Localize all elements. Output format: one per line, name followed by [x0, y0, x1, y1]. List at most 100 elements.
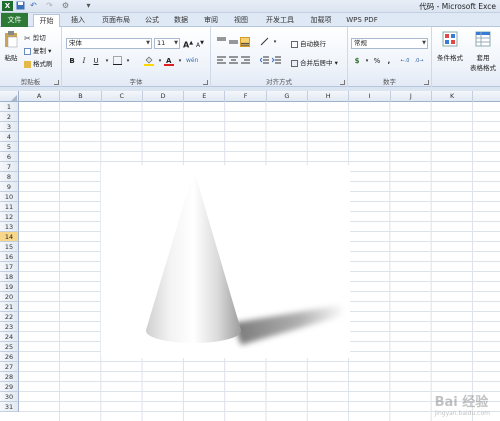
customize-qat-icon[interactable]: ▾ — [83, 1, 94, 11]
tab-home[interactable]: 开始 — [33, 14, 60, 28]
decrease-decimal-button[interactable]: .0→ — [414, 56, 424, 66]
tab-data[interactable]: 数据 — [169, 14, 193, 27]
column-header[interactable]: I — [349, 91, 391, 102]
font-color-button[interactable]: A — [164, 56, 174, 66]
row-header[interactable]: 10 — [0, 192, 19, 202]
column-header[interactable]: H — [308, 91, 350, 102]
align-middle-button[interactable] — [228, 37, 238, 47]
row-header[interactable]: 19 — [0, 282, 19, 292]
align-right-button[interactable] — [240, 56, 250, 66]
quick-access-more-icon[interactable]: ⚙ — [60, 1, 71, 11]
increase-decimal-button[interactable]: ←.0 — [400, 56, 410, 66]
bold-button[interactable]: B — [67, 56, 77, 66]
currency-button[interactable]: $ — [352, 56, 362, 66]
orientation-dropdown-icon[interactable]: ▾ — [270, 37, 280, 47]
row-header[interactable]: 18 — [0, 272, 19, 282]
orientation-button[interactable] — [259, 37, 269, 47]
row-header[interactable]: 26 — [0, 352, 19, 362]
tab-formulas[interactable]: 公式 — [140, 14, 164, 27]
currency-dropdown-icon[interactable]: ▾ — [362, 56, 372, 66]
fill-color-button[interactable] — [144, 56, 154, 66]
merge-center-button[interactable]: 合并后居中 ▾ — [291, 57, 338, 67]
cone-picture[interactable] — [101, 165, 350, 358]
row-header[interactable]: 29 — [0, 382, 19, 392]
copy-button[interactable]: 复制 ▾ — [24, 45, 51, 55]
tab-page-layout[interactable]: 页面布局 — [96, 14, 136, 27]
font-color-dropdown-icon[interactable]: ▾ — [175, 56, 185, 66]
tab-review[interactable]: 审阅 — [199, 14, 223, 27]
row-header[interactable]: 11 — [0, 202, 19, 212]
font-size-select[interactable]: 11 ▼ — [154, 38, 180, 49]
paste-button[interactable]: 粘贴 — [2, 30, 20, 64]
clipboard-launcher-icon[interactable] — [54, 80, 59, 85]
row-header[interactable]: 13 — [0, 222, 19, 232]
row-header[interactable]: 30 — [0, 392, 19, 402]
font-name-select[interactable]: 宋体 ▼ — [66, 38, 152, 49]
row-header[interactable]: 9 — [0, 182, 19, 192]
column-header[interactable]: K — [432, 91, 474, 102]
row-header[interactable]: 20 — [0, 292, 19, 302]
row-header[interactable]: 3 — [0, 122, 19, 132]
comma-button[interactable]: , — [384, 56, 394, 66]
column-header[interactable]: B — [60, 91, 102, 102]
wrap-text-button[interactable]: 自动换行 — [291, 38, 326, 48]
grow-font-button[interactable]: A▲ — [183, 38, 193, 50]
borders-button[interactable] — [112, 56, 122, 66]
column-header[interactable]: J — [391, 91, 432, 102]
italic-button[interactable]: I — [79, 56, 89, 66]
cut-button[interactable]: ✂ 剪切 — [24, 32, 46, 43]
row-header[interactable]: 31 — [0, 402, 19, 412]
row-header[interactable]: 7 — [0, 162, 19, 172]
select-all-corner[interactable] — [0, 91, 19, 102]
column-header[interactable]: E — [184, 91, 226, 102]
row-header[interactable]: 2 — [0, 112, 19, 122]
column-header[interactable]: F — [226, 91, 267, 102]
row-header[interactable]: 23 — [0, 322, 19, 332]
column-header[interactable]: C — [102, 91, 143, 102]
format-painter-button[interactable]: 格式刷 — [24, 58, 53, 68]
column-header[interactable]: G — [267, 91, 309, 102]
row-header[interactable]: 1 — [0, 102, 19, 112]
tab-addins[interactable]: 加载项 — [305, 14, 337, 27]
tab-view[interactable]: 视图 — [229, 14, 253, 27]
decrease-indent-button[interactable] — [258, 56, 269, 66]
row-header[interactable]: 15 — [0, 242, 19, 252]
row-header[interactable]: 5 — [0, 142, 19, 152]
redo-icon[interactable]: ↷ — [44, 1, 55, 11]
row-header[interactable]: 16 — [0, 252, 19, 262]
increase-indent-button[interactable] — [271, 56, 281, 66]
row-header[interactable]: 25 — [0, 342, 19, 352]
tab-insert[interactable]: 插入 — [64, 14, 92, 27]
column-header[interactable]: A — [19, 91, 61, 102]
column-header[interactable]: D — [143, 91, 185, 102]
row-header[interactable]: 12 — [0, 212, 19, 222]
row-header[interactable]: 22 — [0, 312, 19, 322]
borders-dropdown-icon[interactable]: ▾ — [123, 56, 133, 66]
percent-button[interactable]: % — [372, 56, 382, 66]
conditional-format-button[interactable]: 条件格式 — [435, 31, 465, 62]
tab-developer[interactable]: 开发工具 — [260, 14, 300, 27]
row-header[interactable]: 6 — [0, 152, 19, 162]
align-top-button[interactable] — [216, 37, 226, 47]
underline-dropdown-icon[interactable]: ▾ — [102, 56, 112, 66]
number-launcher-icon[interactable] — [424, 80, 429, 85]
font-launcher-icon[interactable] — [203, 80, 208, 85]
row-header[interactable]: 4 — [0, 132, 19, 142]
row-header[interactable]: 17 — [0, 262, 19, 272]
underline-button[interactable]: U — [91, 56, 101, 66]
align-bottom-button[interactable] — [240, 37, 250, 47]
align-left-button[interactable] — [216, 56, 226, 66]
align-center-button[interactable] — [228, 56, 238, 66]
undo-icon[interactable]: ↶ — [28, 1, 39, 11]
row-header[interactable]: 21 — [0, 302, 19, 312]
row-header[interactable]: 28 — [0, 372, 19, 382]
row-header[interactable]: 14 — [0, 232, 19, 242]
tab-wps-pdf[interactable]: WPS PDF — [342, 14, 382, 27]
save-icon[interactable] — [15, 1, 26, 11]
phonetic-button[interactable]: wén — [186, 56, 198, 66]
alignment-launcher-icon[interactable] — [340, 80, 345, 85]
tab-file[interactable]: 文件 — [1, 13, 28, 27]
format-as-table-button[interactable]: 套用 表格格式 — [468, 31, 498, 72]
row-header[interactable]: 27 — [0, 362, 19, 372]
shrink-font-button[interactable]: A▼ — [195, 38, 205, 49]
